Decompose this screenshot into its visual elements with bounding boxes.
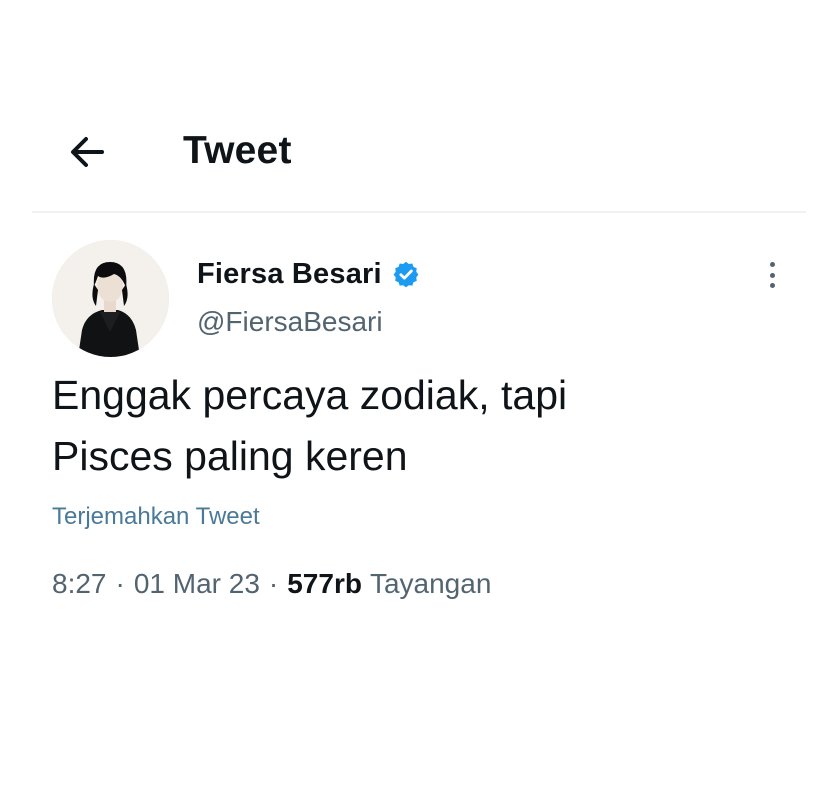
verified-badge-icon bbox=[392, 260, 420, 288]
display-name[interactable]: Fiersa Besari bbox=[197, 257, 382, 291]
header-divider bbox=[32, 211, 806, 213]
top-app-bar: Tweet bbox=[0, 0, 828, 212]
translate-tweet-link[interactable]: Terjemahkan Tweet bbox=[52, 502, 260, 532]
back-button[interactable] bbox=[62, 130, 110, 174]
more-dot bbox=[769, 262, 775, 267]
more-dot bbox=[769, 272, 775, 278]
views-label[interactable]: Tayangan bbox=[370, 566, 491, 602]
tweet-text: Enggak percaya zodiak, tapi Pisces palin… bbox=[52, 372, 568, 479]
page-title: Tweet bbox=[183, 129, 292, 172]
tweet-time[interactable]: 8:27 bbox=[52, 566, 107, 602]
tweet-date[interactable]: 01 Mar 23 bbox=[134, 566, 260, 602]
tweet-meta: 8:27 · 01 Mar 23 · 577rb Tayangan bbox=[52, 566, 491, 602]
avatar[interactable] bbox=[52, 240, 169, 357]
meta-separator: · bbox=[268, 568, 279, 599]
meta-separator: · bbox=[115, 568, 125, 599]
author-name-row[interactable]: Fiersa Besari bbox=[197, 257, 420, 291]
profile-photo bbox=[52, 240, 169, 357]
more-dot bbox=[769, 283, 775, 288]
arrow-left-icon bbox=[71, 137, 104, 167]
more-vertical-icon[interactable] bbox=[760, 258, 784, 292]
views-count[interactable]: 577rb bbox=[287, 566, 362, 602]
author-handle[interactable]: @FiersaBesari bbox=[197, 305, 383, 339]
